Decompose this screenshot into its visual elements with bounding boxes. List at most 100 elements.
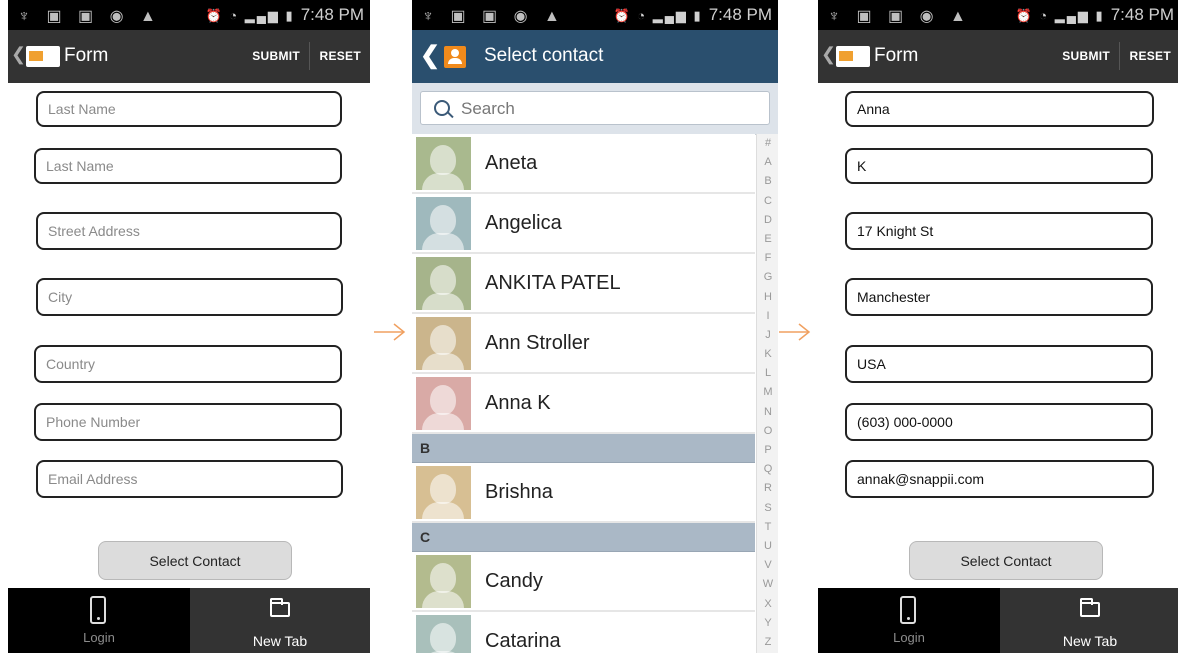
tab-new-tab[interactable]: New Tab <box>1000 588 1178 653</box>
contact-name: ANKITA PATEL <box>485 272 621 294</box>
reset-button[interactable]: RESET <box>319 49 361 63</box>
contact-row[interactable]: Ann Stroller <box>412 314 755 374</box>
alphabet-index-letter[interactable]: J <box>757 326 778 345</box>
alphabet-index-letter[interactable]: P <box>757 441 778 460</box>
clock: 7:48 PM <box>1110 5 1174 24</box>
contact-row[interactable]: Brishna <box>412 463 755 523</box>
contact-row[interactable]: Catarina <box>412 612 755 653</box>
avatar <box>416 466 471 519</box>
contacts-action-bar: ❮ Select contact <box>412 30 778 83</box>
avatar <box>416 377 471 430</box>
search-input[interactable]: Search <box>420 91 770 125</box>
tab-login-label: Login <box>893 630 925 645</box>
action-bar: ❮ Form SUBMIT RESET <box>8 30 370 83</box>
alphabet-index-letter[interactable]: B <box>757 172 778 191</box>
phone-number-field[interactable]: Phone Number <box>34 403 342 441</box>
tab-new-tab[interactable]: New Tab <box>190 588 370 653</box>
alphabet-index-letter[interactable]: M <box>757 383 778 402</box>
avatar <box>416 615 471 653</box>
page-title: Select contact <box>484 45 604 66</box>
tab-login[interactable]: Login <box>818 588 1000 653</box>
select-contact-button[interactable]: Select Contact <box>98 541 292 580</box>
alphabet-index-letter[interactable]: T <box>757 518 778 537</box>
country-field[interactable]: USA <box>845 345 1153 383</box>
phone-icon <box>90 596 106 624</box>
select-contact-button[interactable]: Select Contact <box>909 541 1103 580</box>
contact-row[interactable]: Aneta <box>412 134 755 194</box>
folder-icon <box>1080 598 1100 617</box>
contact-row[interactable]: Angelica <box>412 194 755 254</box>
status-bar: ♆ ▣ ▣ ◉ ▲ ⏰ ◔ ▂▄▆ ▮ 7:48 PM <box>818 0 1178 30</box>
alphabet-index-letter[interactable]: C <box>757 192 778 211</box>
alphabet-index-letter[interactable]: O <box>757 422 778 441</box>
clock: 7:48 PM <box>300 5 364 24</box>
folder-icon <box>270 598 290 617</box>
form-screen-empty: ♆ ▣ ▣ ◉ ▲ ⏰ ◔ ▂▄▆ ▮ 7:48 PM ❮ Form SUBMIT… <box>8 0 370 653</box>
system-status-icons: ⏰ ◔ ▂▄▆ ▮ <box>1015 8 1105 23</box>
last-name-field[interactable]: K <box>845 148 1153 184</box>
first-name-field[interactable]: Anna <box>845 91 1154 127</box>
alphabet-index-letter[interactable]: D <box>757 211 778 230</box>
submit-button[interactable]: SUBMIT <box>252 49 300 63</box>
alphabet-index-letter[interactable]: N <box>757 403 778 422</box>
last-name-field[interactable]: Last Name <box>34 148 342 184</box>
alphabet-index-letter[interactable]: S <box>757 499 778 518</box>
alphabet-index-letter[interactable]: U <box>757 537 778 556</box>
form-screen-filled: ♆ ▣ ▣ ◉ ▲ ⏰ ◔ ▂▄▆ ▮ 7:48 PM ❮ Form SUBMIT… <box>818 0 1178 653</box>
alphabet-index-letter[interactable]: # <box>757 134 778 153</box>
city-field[interactable]: City <box>36 278 343 316</box>
search-bar: Search <box>412 83 778 135</box>
country-field[interactable]: Country <box>34 345 342 383</box>
logo-mark-icon <box>839 51 853 62</box>
email-address-field[interactable]: annak@snappii.com <box>845 460 1154 498</box>
avatar <box>416 317 471 370</box>
action-divider <box>309 42 310 70</box>
alphabet-index-letter[interactable]: G <box>757 268 778 287</box>
contact-row[interactable]: Candy <box>412 552 755 612</box>
contact-row[interactable]: Anna K <box>412 374 755 434</box>
alphabet-index-letter[interactable]: Z <box>757 633 778 652</box>
back-chevron-icon[interactable]: ❮ <box>821 44 836 65</box>
phone-number-field[interactable]: (603) 000-0000 <box>845 403 1153 441</box>
alphabet-index-letter[interactable]: W <box>757 575 778 594</box>
alphabet-index-letter[interactable]: X <box>757 595 778 614</box>
contact-name: Aneta <box>485 152 538 174</box>
contact-name: Catarina <box>485 630 561 652</box>
alphabet-index-letter[interactable]: V <box>757 556 778 575</box>
alphabet-index-letter[interactable]: I <box>757 307 778 326</box>
alphabet-index-letter[interactable]: F <box>757 249 778 268</box>
logo-mark-icon <box>29 51 43 62</box>
alphabet-index-scroller[interactable]: # A B C D E F G H I J K L M N O P Q R S T U V W X Y Z <box>756 134 778 653</box>
submit-button[interactable]: SUBMIT <box>1062 49 1110 63</box>
email-address-field[interactable]: Email Address <box>36 460 343 498</box>
status-bar: ♆ ▣ ▣ ◉ ▲ ⏰ ◔ ▂▄▆ ▮ 7:48 PM <box>8 0 370 30</box>
status-right: ⏰ ◔ ▂▄▆ ▮ 7:48 PM <box>613 5 772 25</box>
page-title: Form <box>874 45 919 66</box>
back-arrow-icon[interactable]: ❮ <box>420 41 440 70</box>
alphabet-index-letter[interactable]: K <box>757 345 778 364</box>
alphabet-index-letter[interactable]: E <box>757 230 778 249</box>
alphabet-index-letter[interactable]: A <box>757 153 778 172</box>
alphabet-index-letter[interactable]: H <box>757 288 778 307</box>
section-letter: C <box>420 529 431 545</box>
alphabet-index-letter[interactable]: Y <box>757 614 778 633</box>
alphabet-index-letter[interactable]: R <box>757 479 778 498</box>
tab-new-tab-label: New Tab <box>1062 633 1118 649</box>
status-right: ⏰ ◔ ▂▄▆ ▮ 7:48 PM <box>1015 5 1174 25</box>
street-address-field[interactable]: 17 Knight St <box>845 212 1153 250</box>
alphabet-index-letter[interactable]: L <box>757 364 778 383</box>
reset-button[interactable]: RESET <box>1129 49 1171 63</box>
avatar <box>416 197 471 250</box>
contact-name: Anna K <box>485 392 551 414</box>
alphabet-index-letter[interactable]: Q <box>757 460 778 479</box>
system-status-icons: ⏰ ◔ ▂▄▆ ▮ <box>205 8 295 23</box>
contact-list: Aneta Angelica ANKITA PATEL Ann Stroller… <box>412 134 755 653</box>
search-placeholder: Search <box>461 99 515 118</box>
city-field[interactable]: Manchester <box>845 278 1153 316</box>
app-logo <box>836 46 870 67</box>
tab-login[interactable]: Login <box>8 588 190 653</box>
contact-row[interactable]: ANKITA PATEL <box>412 254 755 314</box>
street-address-field[interactable]: Street Address <box>36 212 342 250</box>
back-chevron-icon[interactable]: ❮ <box>11 44 26 65</box>
first-name-field[interactable]: Last Name <box>36 91 342 127</box>
